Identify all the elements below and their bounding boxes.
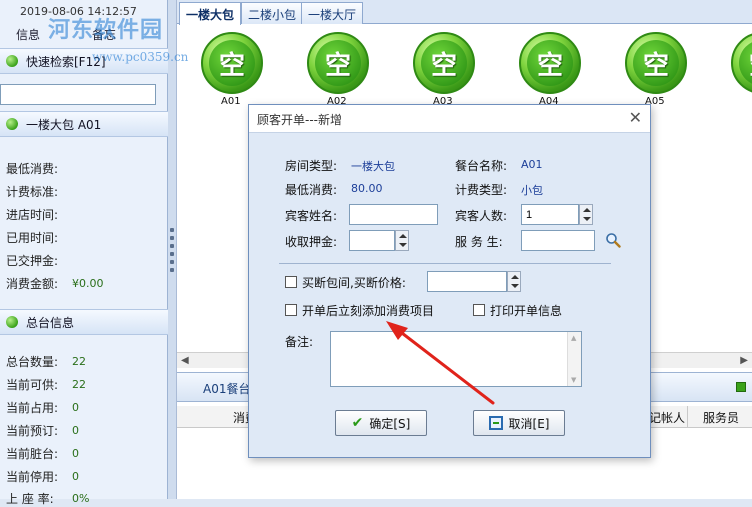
min-consume-label: 最低消费: [285, 183, 338, 197]
room-type-value: 一楼大包 [351, 160, 395, 173]
summary-label-dirty: 当前脏台: [6, 447, 59, 461]
ok-button[interactable]: ✔ 确定[S] [335, 410, 427, 436]
exit-door-icon [488, 416, 503, 430]
info-label-billing: 计费标准: [6, 185, 59, 199]
print-checkbox[interactable] [473, 304, 485, 316]
remark-scrollbar[interactable] [567, 332, 581, 386]
summary-label-total: 总台数量: [6, 355, 59, 369]
room-status-icon: 空 [413, 32, 475, 94]
summary-label-occupied: 当前占用: [6, 401, 59, 415]
cancel-button[interactable]: 取消[E] [473, 410, 565, 436]
summary-title: 总台信息 [26, 315, 75, 330]
close-icon[interactable]: ✕ [629, 108, 642, 127]
summary-value-occupied: 0 [72, 401, 79, 414]
left-panel: 2019-08-06 14:12:57 信息 备忘 河东软件园 快速检索[F12… [0, 0, 168, 506]
room-tile-a05[interactable]: 空 A05 [623, 32, 691, 110]
tab-table-detail[interactable]: A01餐台 [203, 380, 250, 397]
buyout-price-input[interactable] [427, 271, 507, 292]
tab-floor1-large[interactable]: 一楼大包 [179, 2, 242, 25]
summary-value-dirty: 0 [72, 447, 79, 460]
remark-textarea[interactable] [330, 331, 582, 387]
summary-value-total: 22 [72, 355, 86, 368]
room-info-header: 一楼大包 A01 [0, 111, 168, 137]
summary-header: 总台信息 [0, 309, 168, 335]
buyout-label: 买断包间,买断价格: [302, 276, 406, 290]
guest-count-label: 宾客人数: [455, 209, 508, 223]
billing-type-label: 计费类型: [455, 183, 508, 197]
tab-info[interactable]: 信息 [10, 24, 46, 44]
room-status-icon: 空 [307, 32, 369, 94]
grid-col-waiter[interactable]: 服务员 [703, 409, 739, 426]
buyout-price-stepper[interactable] [507, 271, 521, 292]
print-label: 打印开单信息 [490, 304, 563, 318]
guest-name-label: 宾客姓名: [285, 209, 338, 223]
buyout-checkbox[interactable] [285, 276, 297, 288]
guest-count-stepper[interactable] [579, 204, 593, 225]
panel-splitter[interactable] [168, 0, 177, 499]
room-tile-a01[interactable]: 空 A01 [199, 32, 267, 110]
summary-label-available: 当前可供: [6, 378, 59, 392]
guest-count-input[interactable] [521, 204, 579, 225]
min-consume-value: 80.00 [351, 182, 383, 195]
table-name-label: 餐台名称: [455, 159, 508, 173]
summary-value-available: 22 [72, 378, 86, 391]
room-info-title: 一楼大包 A01 [26, 117, 102, 132]
dialog-title: 顾客开单---新增 [257, 113, 342, 127]
info-value-amount: ¥0.00 [72, 277, 104, 290]
check-icon: ✔ [351, 415, 364, 431]
watermark-logo: 河东软件园 [48, 17, 164, 43]
deposit-label: 收取押金: [285, 235, 338, 249]
tab-floor2-small[interactable]: 二楼小包 [241, 2, 304, 24]
floor-tabbar: 一楼大包 二楼小包 一楼大厅 [177, 0, 752, 25]
section-divider [279, 263, 611, 264]
dialog-titlebar: 顾客开单---新增 ✕ [249, 105, 650, 133]
new-order-dialog: 顾客开单---新增 ✕ 房间类型: 一楼大包 餐台名称: A01 最低消费: 8… [248, 104, 651, 458]
cancel-button-label: 取消[E] [508, 416, 550, 431]
summary-label-disabled: 当前停用: [6, 470, 59, 484]
green-dot-icon [6, 118, 18, 130]
grid-col-recorder[interactable]: 记帐人 [649, 409, 685, 426]
ok-button-label: 确定[S] [369, 416, 411, 431]
summary-label-reserved: 当前预订: [6, 424, 59, 438]
search-icon[interactable] [605, 232, 621, 248]
room-status-icon: 空 [625, 32, 687, 94]
room-type-label: 房间类型: [285, 159, 338, 173]
room-tile-a04[interactable]: 空 A04 [517, 32, 585, 110]
waiter-input[interactable] [521, 230, 595, 251]
tab-floor1-hall[interactable]: 一楼大厅 [301, 2, 364, 24]
summary-value-reserved: 0 [72, 424, 79, 437]
room-tile-a02[interactable]: 空 A02 [305, 32, 373, 110]
waiter-label: 服 务 生: [455, 235, 503, 249]
status-square-icon [736, 382, 746, 392]
table-name-value: A01 [521, 158, 543, 171]
info-label-amount: 消费金额: [6, 277, 59, 291]
billing-type-value: 小包 [521, 184, 543, 197]
add-items-checkbox[interactable] [285, 304, 297, 316]
remark-label: 备注: [285, 335, 314, 349]
info-label-deposit: 已交押金: [6, 254, 59, 268]
room-tile-a06[interactable]: 空 [729, 32, 752, 110]
add-items-label: 开单后立刻添加消费项目 [302, 304, 435, 318]
info-label-checkin: 进店时间: [6, 208, 59, 222]
watermark-url: www.pc0359.cn [92, 50, 189, 64]
room-status-icon: 空 [201, 32, 263, 94]
room-status-icon: 空 [519, 32, 581, 94]
quick-search-input[interactable] [0, 84, 156, 105]
deposit-input[interactable] [349, 230, 395, 251]
room-status-icon: 空 [731, 32, 752, 94]
guest-name-input[interactable] [349, 204, 438, 225]
deposit-stepper[interactable] [395, 230, 409, 251]
green-dot-icon [6, 316, 18, 328]
room-tile-a03[interactable]: 空 A03 [411, 32, 479, 110]
summary-value-disabled: 0 [72, 470, 79, 483]
info-label-min-consume: 最低消费: [6, 162, 59, 176]
green-dot-icon [6, 55, 18, 67]
info-label-elapsed: 已用时间: [6, 231, 59, 245]
room-code: A01 [221, 96, 241, 107]
